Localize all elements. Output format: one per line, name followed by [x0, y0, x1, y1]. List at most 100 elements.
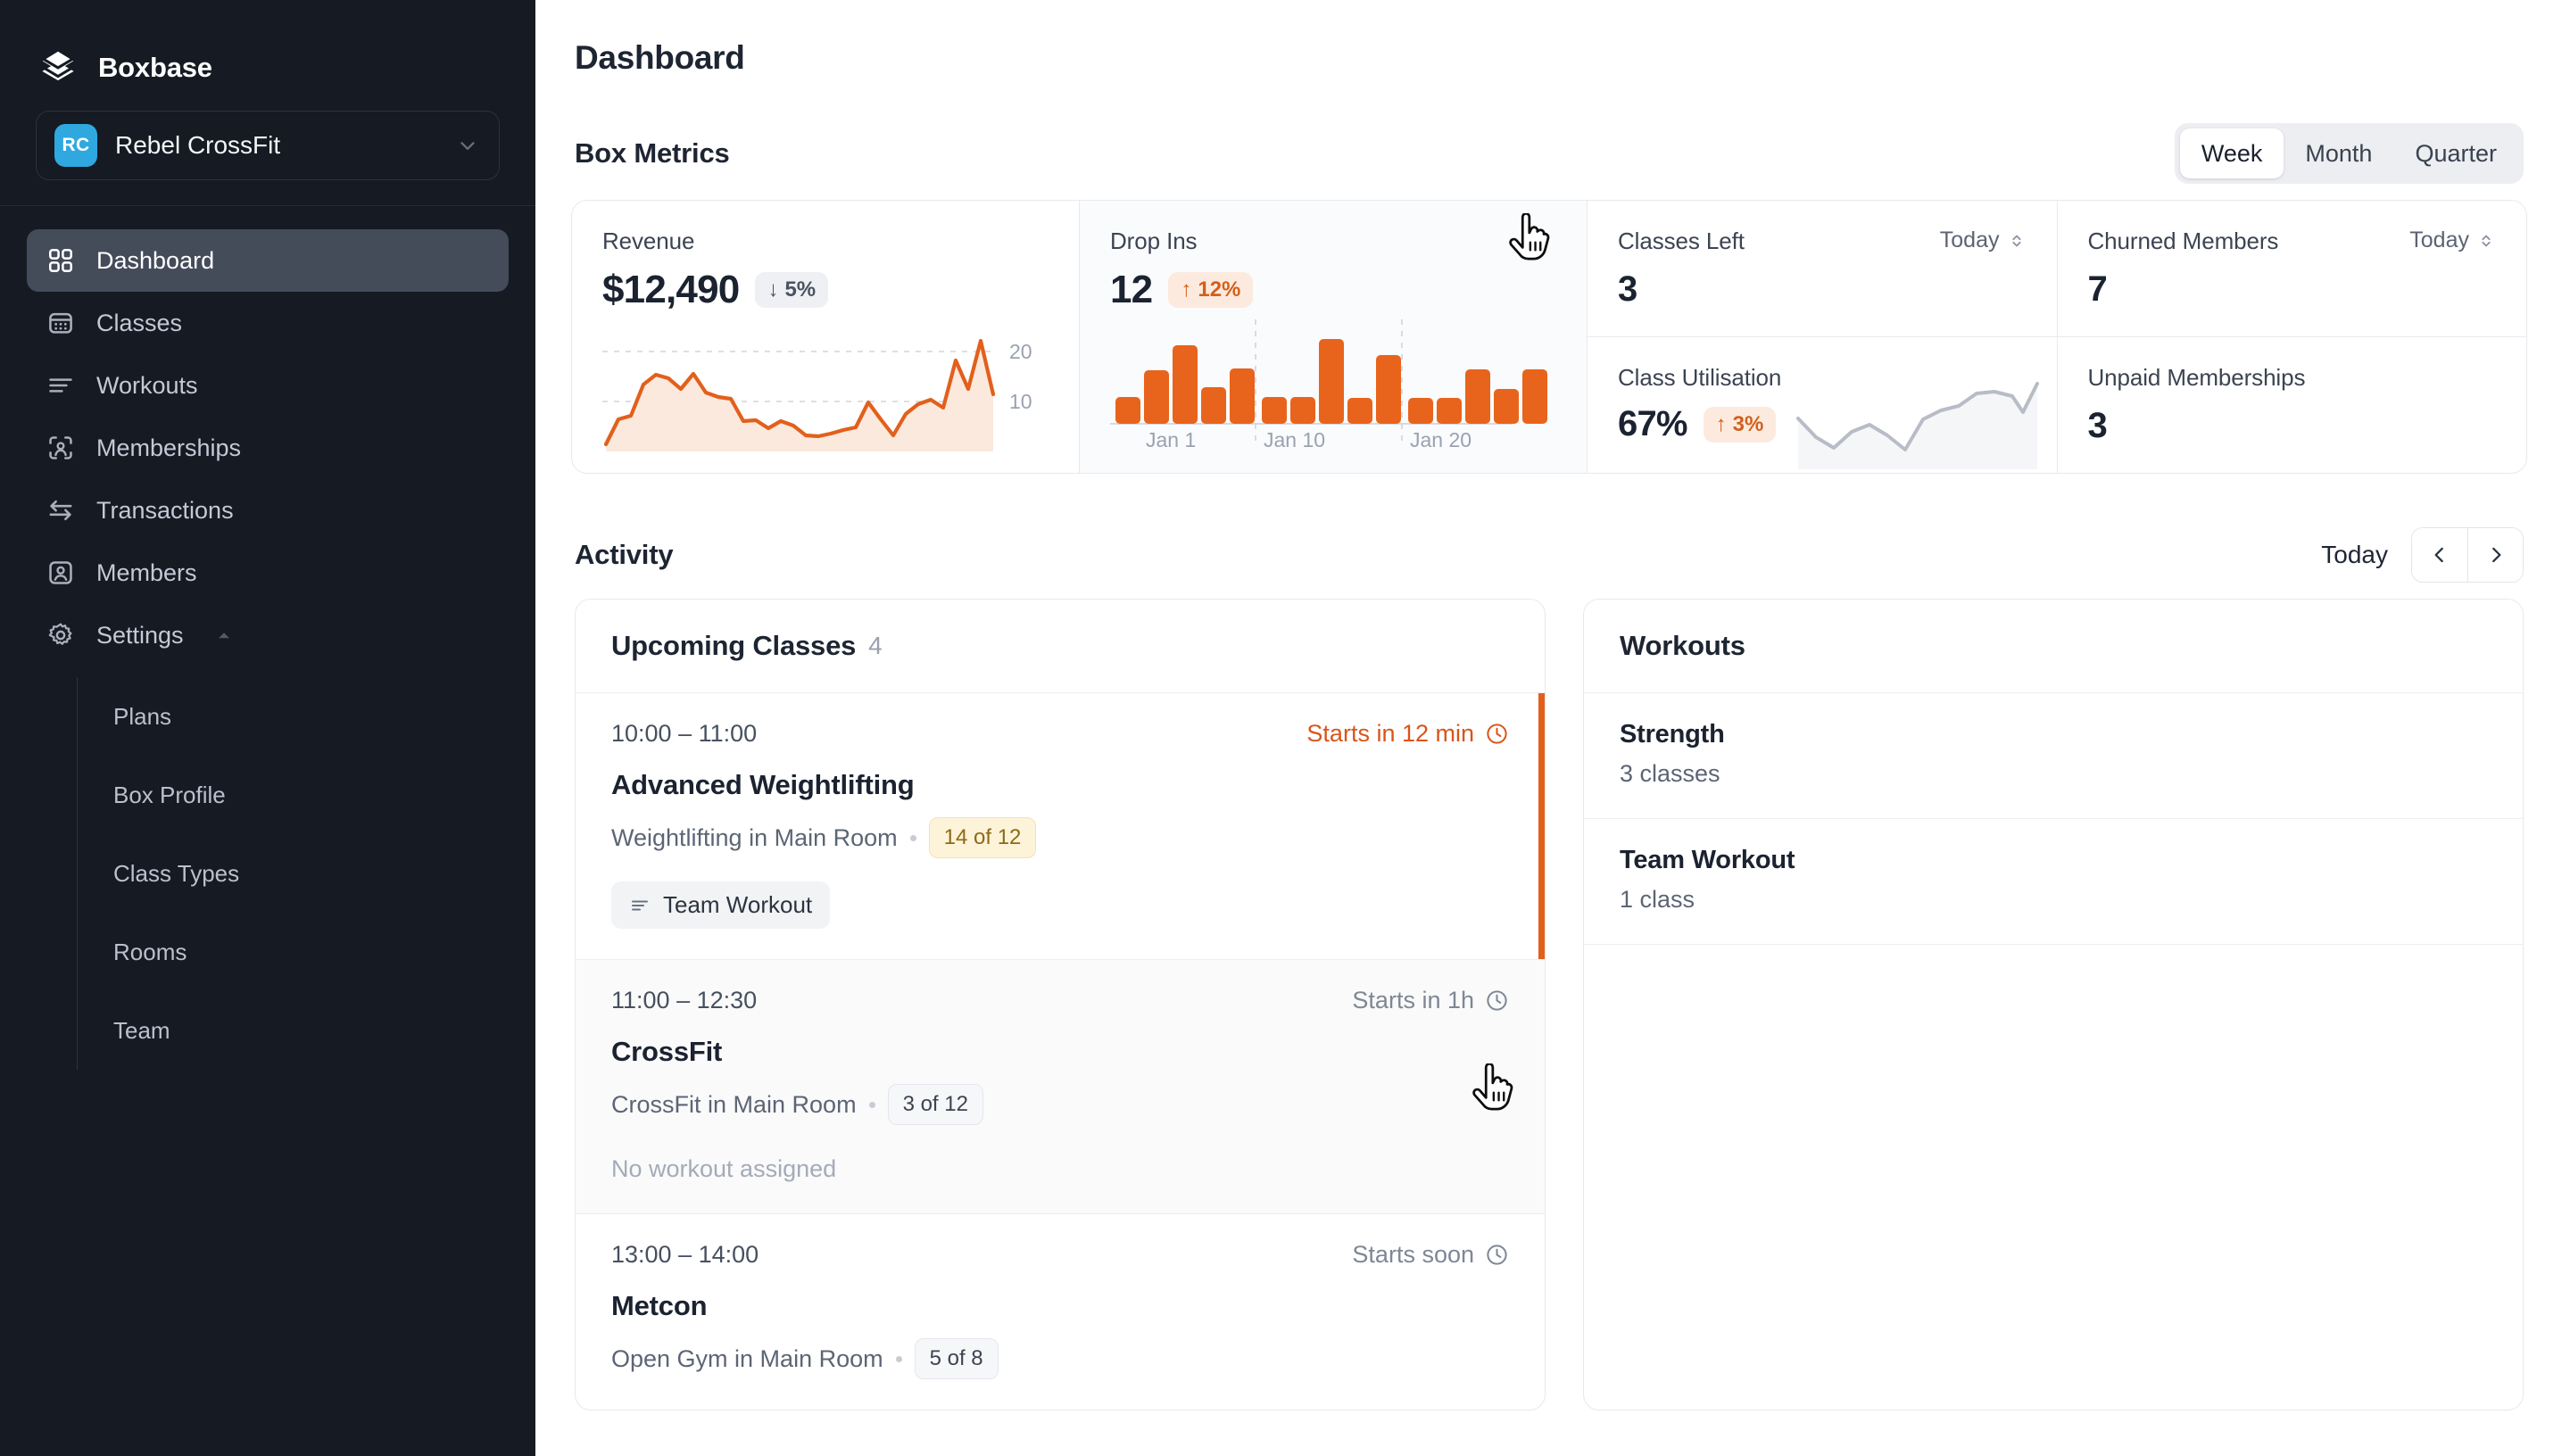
list-icon — [629, 895, 651, 916]
grid-icon — [46, 246, 75, 275]
table-row[interactable]: 11:00 – 12:30 Starts in 1h CrossFit Cros… — [576, 960, 1545, 1214]
sidebar-item-label: Transactions — [96, 497, 234, 525]
class-title: Metcon — [611, 1290, 1509, 1322]
metric-card-classes-left[interactable]: Classes Left Today 3 — [1588, 201, 2057, 336]
sidebar-item-members[interactable]: Members — [27, 542, 509, 604]
sidebar-item-label: Members — [96, 559, 197, 587]
separator-dot — [910, 835, 916, 841]
list-item[interactable]: Strength 3 classes — [1584, 693, 2523, 819]
chevron-left-icon — [2428, 543, 2451, 567]
caret-up-icon — [214, 625, 234, 645]
sidebar-subitem-box-profile[interactable]: Box Profile — [78, 756, 509, 834]
range-option-month[interactable]: Month — [2284, 128, 2393, 178]
sidebar-subitem-team[interactable]: Team — [78, 991, 509, 1070]
today-label[interactable]: Today — [2321, 541, 2388, 569]
sidebar-subitem-label: Class Types — [113, 860, 239, 888]
date-arrows — [2411, 527, 2524, 583]
class-title: CrossFit — [611, 1036, 1509, 1068]
metric-label: Class Utilisation — [1618, 364, 2027, 392]
x-tick-jan-1: Jan 1 — [1146, 428, 1196, 451]
metric-delta-badge: ↑ 3% — [1704, 407, 1777, 443]
separator-dot — [896, 1356, 902, 1362]
sidebar-item-workouts[interactable]: Workouts — [27, 354, 509, 417]
app-root: Boxbase RC Rebel CrossFit Dashboard — [0, 0, 2570, 1456]
metric-card-revenue[interactable]: Revenue $12,490 ↓ 5% 20 10 — [572, 201, 1080, 473]
drop-ins-bar-chart: Jan 1 Jan 10 Jan 20 — [1110, 319, 1556, 453]
metrics-section-title: Box Metrics — [575, 137, 730, 170]
metric-value: 3 — [2088, 406, 2497, 446]
sidebar-item-memberships[interactable]: Memberships — [27, 417, 509, 479]
workout-classes-count: 3 classes — [1620, 760, 2487, 788]
class-status-label: Starts in 1h — [1352, 987, 1474, 1014]
clock-icon — [1485, 989, 1509, 1013]
range-option-week[interactable]: Week — [2180, 128, 2284, 178]
activity-section-title: Activity — [575, 539, 673, 571]
revenue-chart: 20 10 — [602, 319, 1049, 456]
user-card-icon — [46, 558, 75, 587]
sidebar-item-classes[interactable]: Classes — [27, 292, 509, 354]
settings-subnav: Plans Box Profile Class Types Rooms Team — [77, 677, 509, 1070]
metric-delta-value: 3% — [1733, 412, 1764, 437]
workouts-panel: Workouts Strength 3 classes Team Workout… — [1583, 599, 2524, 1410]
list-item[interactable]: Team Workout 1 class — [1584, 819, 2523, 945]
sidebar-item-settings[interactable]: Settings — [27, 604, 509, 666]
gear-icon — [46, 621, 75, 649]
sidebar-subitem-label: Team — [113, 1017, 170, 1045]
separator-dot — [869, 1102, 875, 1108]
panel-title: Workouts — [1620, 630, 1745, 662]
org-switcher[interactable]: RC Rebel CrossFit — [36, 111, 500, 180]
sidebar: Boxbase RC Rebel CrossFit Dashboard — [0, 0, 535, 1456]
metric-delta-badge: ↓ 5% — [755, 272, 828, 308]
sidebar-item-transactions[interactable]: Transactions — [27, 479, 509, 542]
activity-grid: Upcoming Classes 4 10:00 – 11:00 Starts … — [575, 599, 2524, 1410]
sidebar-item-label: Classes — [96, 310, 182, 337]
period-selector[interactable]: Today — [1940, 228, 2027, 253]
class-status: Starts in 12 min — [1306, 720, 1509, 748]
arrow-up-icon: ↑ — [1716, 412, 1727, 437]
sidebar-item-label: Dashboard — [96, 247, 214, 275]
workout-tag[interactable]: Team Workout — [611, 881, 830, 929]
metric-quadrants: Classes Left Today 3 Churn — [1588, 201, 2526, 473]
next-day-button[interactable] — [2467, 528, 2523, 582]
sidebar-item-label: Memberships — [96, 434, 241, 462]
metric-value: 67% — [1618, 404, 1687, 444]
metric-delta-badge: ↑ 12% — [1168, 272, 1253, 308]
metric-card-class-utilisation[interactable]: Class Utilisation 67% ↑ 3% — [1588, 337, 2057, 473]
sidebar-subitem-class-types[interactable]: Class Types — [78, 834, 509, 913]
metric-label: Drop Ins — [1110, 228, 1556, 255]
metric-label: Unpaid Memberships — [2088, 364, 2497, 392]
panel-count: 4 — [868, 632, 883, 660]
metric-card-drop-ins[interactable]: Drop Ins 12 ↑ 12% — [1080, 201, 1588, 473]
brand: Boxbase — [0, 0, 535, 100]
arrow-down-icon: ↓ — [767, 277, 778, 302]
avatar: RC — [54, 124, 97, 167]
sidebar-subitem-plans[interactable]: Plans — [78, 677, 509, 756]
list-icon — [46, 371, 75, 400]
period-label: Today — [1940, 228, 2000, 253]
revenue-area-chart: 20 10 — [602, 319, 1049, 451]
metric-row-top: Classes Left Today 3 Churn — [1588, 201, 2526, 336]
main-content: Dashboard Box Metrics Week Month Quarter… — [535, 0, 2570, 1456]
metric-card-churned-members[interactable]: Churned Members Today 7 — [2057, 201, 2527, 336]
y-tick-10: 10 — [1009, 390, 1032, 413]
range-option-quarter[interactable]: Quarter — [2393, 128, 2518, 178]
clock-icon — [1485, 1243, 1509, 1267]
page-title: Dashboard — [575, 39, 2527, 77]
class-room: CrossFit in Main Room — [611, 1091, 857, 1119]
arrow-up-icon: ↑ — [1181, 277, 1191, 302]
sidebar-item-dashboard[interactable]: Dashboard — [27, 229, 509, 292]
table-row[interactable]: 10:00 – 11:00 Starts in 12 min Advanced … — [576, 693, 1545, 960]
period-selector[interactable]: Today — [2409, 228, 2496, 253]
class-time: 13:00 – 14:00 — [611, 1241, 759, 1269]
sidebar-subitem-rooms[interactable]: Rooms — [78, 913, 509, 991]
metric-value: $12,490 — [602, 268, 739, 312]
x-tick-jan-10: Jan 10 — [1264, 428, 1325, 451]
sidebar-item-label: Workouts — [96, 372, 198, 400]
metric-delta-value: 12% — [1198, 277, 1240, 302]
date-navigation: Today — [2321, 527, 2524, 583]
clock-icon — [1485, 722, 1509, 746]
metric-card-unpaid-memberships[interactable]: Unpaid Memberships 3 — [2057, 337, 2527, 473]
table-row[interactable]: 13:00 – 14:00 Starts soon Metcon Open Gy… — [576, 1214, 1545, 1410]
metrics-section-header: Box Metrics Week Month Quarter — [575, 123, 2524, 184]
prev-day-button[interactable] — [2412, 528, 2467, 582]
